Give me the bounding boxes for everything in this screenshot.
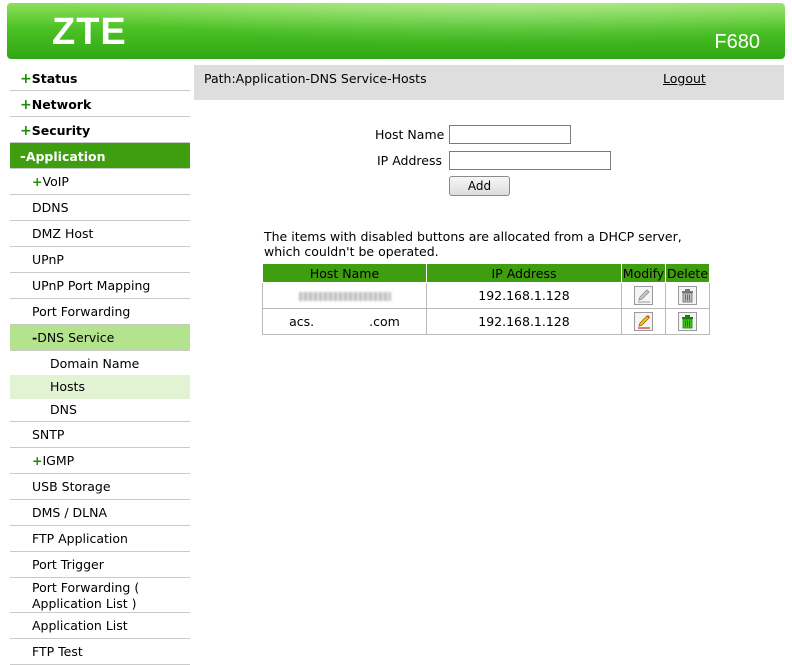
modify-cell <box>621 308 666 335</box>
ip-address-label: IP Address <box>377 153 442 168</box>
sidebar-item-sntp[interactable]: SNTP <box>10 422 190 448</box>
sidebar-item-upnp-port-mapping[interactable]: UPnP Port Mapping <box>10 273 190 299</box>
sidebar-item-label: Security <box>31 123 91 138</box>
expand-icon: + <box>32 453 43 468</box>
sidebar-item-voip[interactable]: +VoIP <box>10 169 190 195</box>
modify-cell <box>621 282 666 309</box>
sidebar-item-dmz-host[interactable]: DMZ Host <box>10 221 190 247</box>
delete-cell <box>665 282 710 309</box>
sidebar-item-ftp-test[interactable]: FTP Test <box>10 639 190 665</box>
sidebar-item-label: Port Trigger <box>32 557 104 572</box>
sidebar-item-igmp[interactable]: +IGMP <box>10 448 190 474</box>
modify-button-disabled[interactable] <box>634 286 653 305</box>
brand-logo: ZTE <box>52 11 127 53</box>
sidebar-item-hosts[interactable]: Hosts <box>10 375 190 399</box>
delete-button[interactable] <box>678 312 697 331</box>
host-name-prefix: acs. <box>289 314 315 329</box>
sidebar-item-label: DMZ Host <box>32 226 94 241</box>
host-name-input[interactable] <box>449 125 571 144</box>
sidebar-item-label: VoIP <box>42 174 69 189</box>
host-name-cell: acs. .com <box>262 308 427 335</box>
sidebar-item-port-forwarding-app-list[interactable]: Port Forwarding ( Application List ) <box>10 578 190 613</box>
sidebar-item-label: Hosts <box>50 379 85 394</box>
ip-address-input[interactable] <box>449 151 611 170</box>
pencil-icon <box>638 289 650 303</box>
sidebar-item-port-forwarding[interactable]: Port Forwarding <box>10 299 190 325</box>
sidebar-item-application-list[interactable]: Application List <box>10 613 190 639</box>
sidebar-item-label: USB Storage <box>32 479 111 494</box>
sidebar-item-label: DNS <box>50 402 77 417</box>
sidebar-item-label: Port Forwarding <box>32 304 131 319</box>
sidebar-item-dms-dlna[interactable]: DMS / DLNA <box>10 500 190 526</box>
sidebar-item-label: Port Forwarding ( Application List ) <box>32 580 140 611</box>
dhcp-note: The items with disabled buttons are allo… <box>264 229 682 259</box>
logout-link[interactable]: Logout <box>663 71 706 86</box>
col-ip-address: IP Address <box>426 263 622 283</box>
sidebar-item-label: UPnP <box>32 252 64 267</box>
sidebar-item-label: UPnP Port Mapping <box>32 278 151 293</box>
host-name-label: Host Name <box>375 127 445 142</box>
add-button[interactable]: Add <box>449 176 510 196</box>
table-header-row: Host Name IP Address Modify Delete <box>262 263 710 283</box>
sidebar-item-label: Application <box>25 149 106 164</box>
col-modify: Modify <box>621 263 666 283</box>
sidebar-item-label: DDNS <box>32 200 69 215</box>
sidebar-item-label: SNTP <box>32 427 65 442</box>
sidebar-item-upnp[interactable]: UPnP <box>10 247 190 273</box>
table-row: 192.168.1.128 <box>262 282 710 309</box>
header-banner: ZTE F680 <box>7 3 785 59</box>
sidebar-item-domain-name[interactable]: Domain Name <box>10 353 190 375</box>
col-delete: Delete <box>665 263 710 283</box>
sidebar-item-label: Domain Name <box>50 356 140 371</box>
sidebar-item-label: FTP Test <box>32 644 83 659</box>
sidebar-item-label: Status <box>31 71 78 86</box>
pencil-icon <box>638 315 650 329</box>
expand-icon: + <box>20 123 32 139</box>
path-bar: Path:Application-DNS Service-Hosts Logou… <box>194 65 784 100</box>
sidebar-item-ddns[interactable]: DDNS <box>10 195 190 221</box>
sidebar-item-application[interactable]: -Application <box>10 143 190 169</box>
sidebar-item-port-trigger[interactable]: Port Trigger <box>10 552 190 578</box>
trash-icon <box>682 289 693 303</box>
expand-icon: + <box>20 71 32 87</box>
sidebar-item-label: DNS Service <box>37 330 115 345</box>
hosts-table: Host Name IP Address Modify Delete 192.1… <box>262 263 710 335</box>
ip-address-cell: 192.168.1.128 <box>426 308 622 335</box>
expand-icon: + <box>20 97 32 113</box>
sidebar-item-ftp-application[interactable]: FTP Application <box>10 526 190 552</box>
ip-address-cell: 192.168.1.128 <box>426 282 622 309</box>
model-name: F680 <box>714 31 760 53</box>
sidebar-item-network[interactable]: +Network <box>10 91 190 117</box>
trash-icon <box>682 315 693 329</box>
sidebar-item-label: Application List <box>32 618 128 633</box>
sidebar-item-security[interactable]: +Security <box>10 117 190 143</box>
sidebar-item-label: Network <box>31 97 92 112</box>
sidebar-item-dns-service[interactable]: -DNS Service <box>10 325 190 351</box>
sidebar-item-dns[interactable]: DNS <box>10 399 190 422</box>
sidebar-item-status[interactable]: +Status <box>10 65 190 91</box>
sidebar-menu: +Status +Network +Security -Application … <box>10 65 190 665</box>
sidebar-item-usb-storage[interactable]: USB Storage <box>10 474 190 500</box>
sidebar-item-label: DMS / DLNA <box>32 505 107 520</box>
sidebar-item-label: IGMP <box>42 453 75 468</box>
sidebar-item-label: FTP Application <box>32 531 128 546</box>
host-name-cell <box>262 282 427 309</box>
table-row: acs. .com 192.168.1.128 <box>262 308 710 335</box>
col-host-name: Host Name <box>262 263 427 283</box>
breadcrumb: Path:Application-DNS Service-Hosts <box>204 71 427 86</box>
redacted-host-name <box>298 292 391 301</box>
expand-icon: + <box>32 174 43 189</box>
delete-button-disabled[interactable] <box>678 286 697 305</box>
modify-button[interactable] <box>634 312 653 331</box>
host-name-suffix: .com <box>369 314 400 329</box>
delete-cell <box>665 308 710 335</box>
